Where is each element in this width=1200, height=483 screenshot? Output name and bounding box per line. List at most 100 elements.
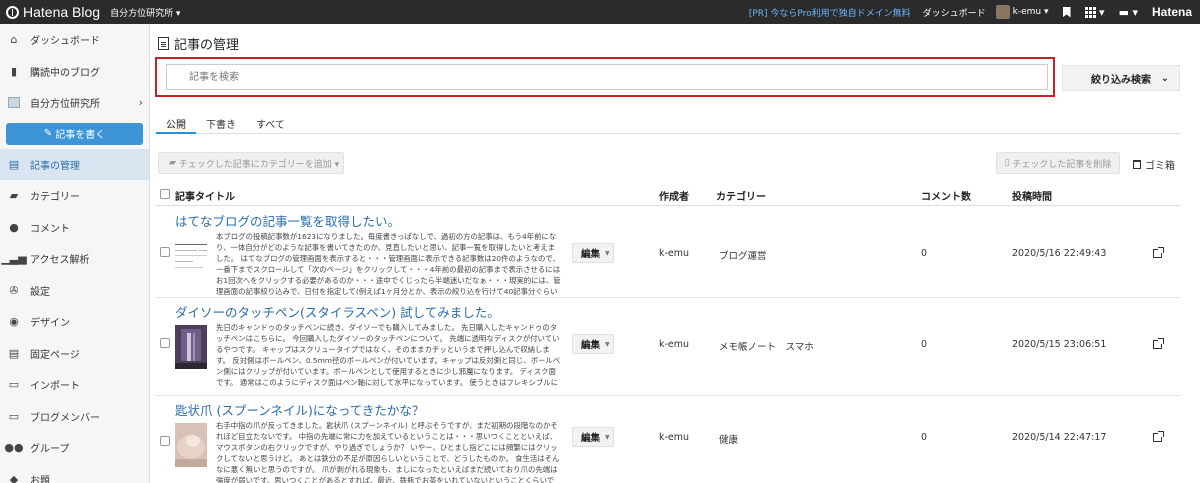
folder-icon: ▰ [9, 189, 19, 203]
post-category[interactable]: ブログ運営 [719, 248, 767, 262]
caret-down-icon: ▼ [605, 340, 610, 348]
post-comment-count: 0 [921, 248, 928, 259]
post-comment-count: 0 [921, 339, 928, 350]
external-link-icon[interactable] [1153, 247, 1164, 258]
topic-icon: ◆ [9, 472, 19, 483]
add-category-button[interactable]: ▰ チェックした記事にカテゴリーを追加 ▾ [158, 152, 344, 174]
post-title-link[interactable]: ダイソーのタッチペン(スタイラスペン) 試してみました。 [175, 302, 500, 321]
sidebar-item-categories[interactable]: ▰ カテゴリー [0, 180, 149, 212]
sidebar-item-analytics[interactable]: ▁▃▅ アクセス解析 [0, 243, 149, 275]
row-checkbox[interactable] [160, 338, 170, 348]
external-link-icon[interactable] [1153, 338, 1164, 349]
document-icon: ▤ [8, 157, 20, 171]
edit-button[interactable]: 編集 ▼ [572, 334, 614, 354]
post-category[interactable]: メモ帳ノート スマホ [719, 339, 814, 353]
blog-thumbnail-icon [8, 97, 20, 109]
blog-switcher[interactable]: 自分方位研究所 ▾ [110, 6, 180, 19]
page-title: 記事の管理 [158, 34, 239, 53]
column-comments: コメント数 [921, 192, 971, 203]
column-category: カテゴリー [716, 192, 766, 203]
post-thumbnail [175, 423, 207, 467]
select-all-checkbox[interactable] [160, 189, 170, 199]
sidebar-item-manage-posts[interactable]: ▤ 記事の管理 [0, 148, 149, 180]
avatar [995, 5, 1010, 19]
external-link-icon[interactable] [1153, 431, 1164, 442]
status-tabs: 公開 下書き すべて [156, 112, 1180, 134]
table-row: はてなブログの記事一覧を取得したい。 本ブログの投稿記事数が1623になりました… [156, 207, 1180, 298]
post-thumbnail [175, 325, 207, 369]
sidebar-item-dashboard[interactable]: ⌂ ダッシュボード [0, 24, 149, 56]
chevron-down-icon: ⌄ [1160, 72, 1169, 84]
sidebar-item-subscriptions[interactable]: ▮ 購読中のブログ [0, 56, 149, 88]
search-highlight-frame: ⌕ [155, 57, 1055, 97]
post-title-link[interactable]: はてなブログの記事一覧を取得したい。 [175, 211, 400, 230]
write-post-button[interactable]: ✎ 記事を書く [6, 122, 143, 145]
tab-drafts[interactable]: 下書き [196, 112, 246, 134]
pencil-icon: ✎ [43, 128, 56, 139]
column-date: 投稿時間 [1012, 192, 1052, 203]
apps-grid-icon[interactable]: ▾ [1084, 6, 1105, 19]
filter-search-button[interactable]: 絞り込み検索 ⌄ [1062, 65, 1180, 91]
table-row: 匙状爪 (スプーンネイル)になってきたかな？ 右手中指の爪が反ってきました。匙状… [156, 396, 1180, 483]
user-menu[interactable]: k-emu ▾ [995, 5, 1049, 19]
post-excerpt: 先日のキャンドゥのタッチペンに続き、ダイソーでも購入してみました。 先日購入した… [216, 323, 561, 387]
table-header: 記事タイトル 作成者 カテゴリー コメント数 投稿時間 [156, 184, 1180, 206]
wrench-icon: ✇ [9, 283, 19, 297]
trash-icon: ▯ [1004, 158, 1013, 168]
tab-all[interactable]: すべて [246, 112, 295, 134]
table-row: ダイソーのタッチペン(スタイラスペン) 試してみました。 先日のキャンドゥのタッ… [156, 298, 1180, 396]
bar-chart-icon: ▁▃▅ [1, 252, 27, 266]
search-input[interactable] [166, 64, 1048, 90]
row-checkbox[interactable] [160, 436, 170, 446]
sidebar-item-members[interactable]: ▭ ブログメンバー [0, 401, 149, 433]
post-title-link[interactable]: 匙状爪 (スプーンネイル)になってきたかな？ [175, 400, 424, 419]
chevron-right-icon: › [138, 96, 143, 110]
post-comment-count: 0 [921, 432, 928, 443]
comment-icon: ● [9, 220, 19, 234]
hatena-logo[interactable]: Hatena [1152, 5, 1192, 19]
sidebar: ⌂ ダッシュボード ▮ 購読中のブログ 自分方位研究所 › ✎ 記事を書く ▤ … [0, 24, 150, 483]
members-icon: ▭ [8, 409, 20, 423]
folder-icon: ▰ [169, 158, 179, 168]
sidebar-item-topics[interactable]: ◆ お題 [0, 464, 149, 483]
sidebar-item-static-pages[interactable]: ▤ 固定ページ [0, 338, 149, 370]
hatena-blog-logo-icon [6, 5, 19, 19]
post-author: k-emu [659, 432, 690, 443]
edit-button[interactable]: 編集 ▼ [572, 243, 614, 263]
import-icon: ▭ [8, 378, 20, 392]
sidebar-item-comments[interactable]: ● コメント [0, 212, 149, 244]
document-icon [158, 37, 169, 50]
trash-link[interactable]: ゴミ箱 [1133, 157, 1175, 172]
row-checkbox[interactable] [160, 247, 170, 257]
palette-icon: ◉ [9, 315, 19, 329]
pro-promo-link[interactable]: [PR] 今ならPro利用で独自ドメイン無料 [749, 6, 911, 19]
sidebar-item-blog[interactable]: 自分方位研究所 › [0, 87, 149, 119]
page-icon: ▤ [8, 346, 20, 360]
post-category[interactable]: 健康 [719, 432, 738, 446]
delete-checked-button[interactable]: ▯ チェックした記事を削除 [996, 152, 1120, 174]
sidebar-item-import[interactable]: ▭ インポート [0, 369, 149, 401]
post-thumbnail [175, 244, 207, 268]
column-title: 記事タイトル [175, 192, 235, 203]
sidebar-item-groups[interactable]: ●● グループ [0, 432, 149, 464]
sidebar-item-design[interactable]: ◉ デザイン [0, 306, 149, 338]
notification-icon[interactable]: ▬ ▾ [1119, 6, 1138, 19]
column-author: 作成者 [659, 192, 689, 203]
bookmark-icon[interactable] [1062, 6, 1071, 18]
post-date: 2020/5/15 23:06:51 [1012, 339, 1107, 350]
post-date: 2020/5/16 22:49:43 [1012, 248, 1107, 259]
caret-down-icon: ▼ [605, 433, 610, 441]
home-icon: ⌂ [10, 33, 18, 47]
tab-published[interactable]: 公開 [156, 112, 196, 134]
dashboard-link[interactable]: ダッシュボード [923, 6, 986, 19]
hatena-blog-logo[interactable]: Hatena Blog [0, 4, 100, 20]
brand-name: Hatena Blog [23, 4, 101, 20]
sidebar-item-settings[interactable]: ✇ 設定 [0, 275, 149, 307]
post-author: k-emu [659, 248, 690, 259]
group-icon: ●● [4, 441, 24, 455]
edit-button[interactable]: 編集 ▼ [572, 427, 614, 447]
post-author: k-emu [659, 339, 690, 350]
user-name: k-emu ▾ [1012, 7, 1049, 17]
top-bar: Hatena Blog 自分方位研究所 ▾ [PR] 今ならPro利用で独自ドメ… [0, 0, 1200, 24]
post-date: 2020/5/14 22:47:17 [1012, 432, 1107, 443]
